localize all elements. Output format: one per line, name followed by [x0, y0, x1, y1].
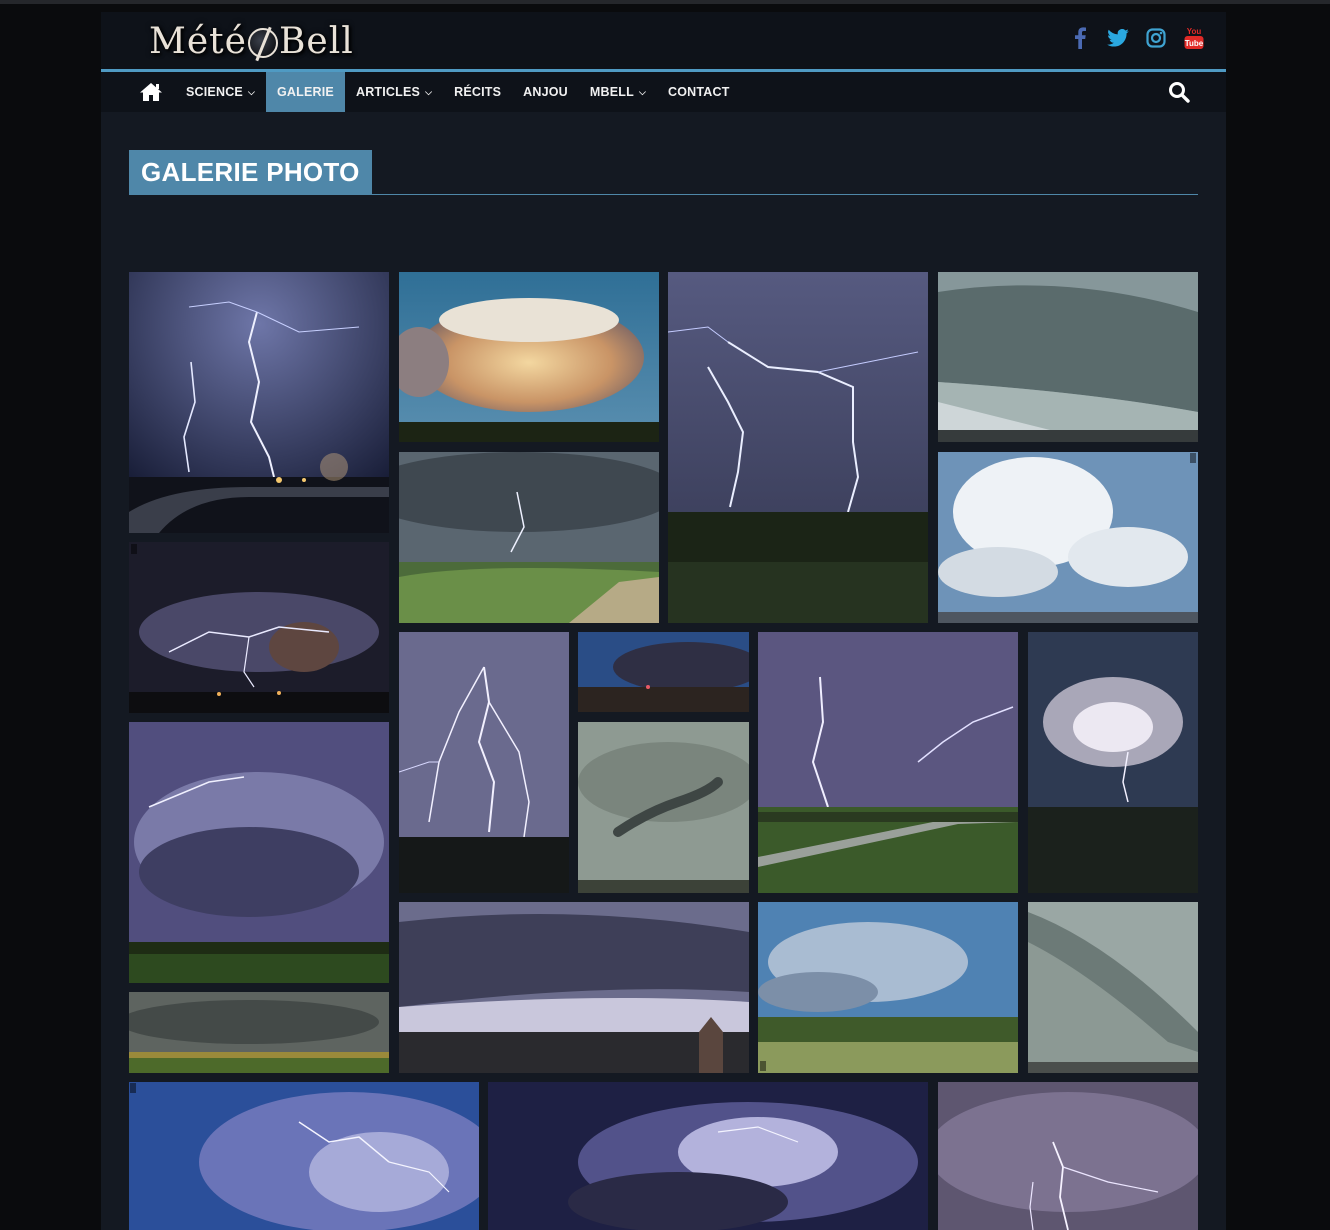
gallery-photo[interactable] [399, 452, 659, 623]
watermark: ​ [1190, 453, 1196, 463]
gallery-photo[interactable]: ​ [758, 902, 1018, 1073]
photo-gallery: ​ ​ [101, 12, 1226, 1230]
watermark: ​ [130, 1083, 136, 1093]
lightning-photo [488, 1082, 928, 1230]
gallery-photo[interactable] [129, 722, 389, 983]
gallery-photo[interactable] [1028, 902, 1198, 1073]
gallery-photo[interactable] [668, 272, 928, 623]
lightning-photo [129, 1082, 479, 1230]
gallery-photo[interactable]: ​ [938, 452, 1198, 623]
lightning-photo [668, 272, 928, 623]
gallery-photo[interactable] [938, 1082, 1198, 1230]
supercell-photo [129, 722, 389, 983]
gallery-photo[interactable] [129, 992, 389, 1073]
lightning-photo [399, 452, 659, 623]
gallery-photo[interactable]: ​ [129, 1082, 479, 1230]
watermark: ​ [131, 544, 137, 554]
funnel-cloud-photo [578, 722, 749, 893]
gallery-photo[interactable] [399, 632, 569, 893]
shelf-cloud-photo [1028, 902, 1198, 1073]
gallery-photo[interactable]: ​ [129, 542, 389, 713]
watermark: ​ [760, 1061, 766, 1071]
thunderhead-photo [399, 272, 659, 442]
page-wrapper: Mété Bell You Tube SCIENCE ⌵ GALERIE ART… [101, 12, 1226, 1230]
gallery-photo[interactable] [1028, 632, 1198, 893]
browser-top-strip [0, 0, 1330, 4]
lightning-photo [758, 632, 1018, 893]
shelf-cloud-photo [399, 902, 749, 1073]
gallery-photo[interactable] [578, 722, 749, 893]
gallery-photo[interactable] [399, 272, 659, 442]
storm-photo [1028, 632, 1198, 893]
cumulonimbus-photo [938, 452, 1198, 623]
lightning-photo [129, 542, 389, 713]
gallery-photo[interactable] [758, 632, 1018, 893]
gallery-photo[interactable] [129, 272, 389, 533]
gallery-photo[interactable] [938, 272, 1198, 442]
storm-photo [129, 992, 389, 1073]
storm-photo [578, 632, 749, 712]
shelf-cloud-photo [938, 272, 1198, 442]
lightning-photo [938, 1082, 1198, 1230]
lightning-photo [129, 272, 389, 533]
gallery-photo[interactable] [488, 1082, 928, 1230]
cumulus-photo [758, 902, 1018, 1073]
gallery-photo[interactable] [578, 632, 749, 712]
gallery-photo[interactable] [399, 902, 749, 1073]
lightning-photo [399, 632, 569, 893]
